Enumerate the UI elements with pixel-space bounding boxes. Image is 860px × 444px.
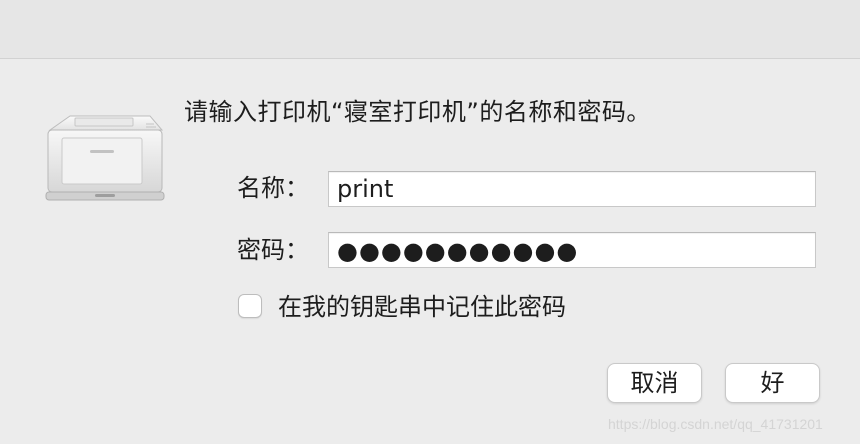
password-field[interactable]: ●●●●●●●●●●●: [328, 232, 816, 268]
dialog-titlebar: [0, 0, 860, 59]
name-field[interactable]: [328, 171, 816, 207]
printer-icon: [45, 115, 165, 201]
name-label: 名称：: [237, 174, 309, 202]
password-label: 密码：: [237, 236, 309, 264]
remember-password-checkbox[interactable]: [238, 294, 262, 318]
ok-button[interactable]: 好: [725, 363, 820, 403]
watermark: https://blog.csdn.net/qq_41731201: [608, 416, 823, 432]
printer-auth-dialog: 请输入打印机“寝室打印机”的名称和密码。 名称： 密码： ●●●●●●●●●●●…: [0, 0, 860, 444]
dialog-prompt: 请输入打印机“寝室打印机”的名称和密码。: [184, 98, 651, 126]
cancel-button[interactable]: 取消: [607, 363, 702, 403]
remember-password-label[interactable]: 在我的钥匙串中记住此密码: [278, 291, 566, 323]
